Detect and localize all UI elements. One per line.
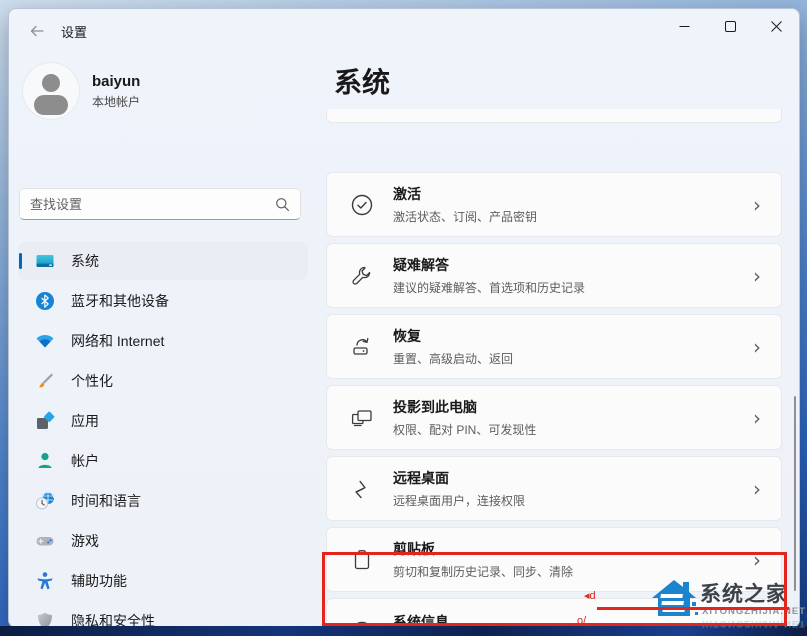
desktop-wallpaper-strip xyxy=(0,626,807,636)
sidebar-item-personalization[interactable]: 个性化 xyxy=(19,363,307,399)
chevron-right-icon: › xyxy=(753,476,761,501)
chevron-right-icon: › xyxy=(753,547,761,572)
bluetooth-icon xyxy=(35,291,55,311)
sidebar-item-system[interactable]: 系统 xyxy=(19,243,307,279)
card-subtitle: 远程桌面用户，连接权限 xyxy=(393,494,526,508)
sidebar-item-network[interactable]: 网络和 Internet xyxy=(19,323,307,359)
card-subtitle: 重置、高级启动、返回 xyxy=(393,352,514,366)
sidebar-item-accounts[interactable]: 帐户 xyxy=(19,443,307,479)
sidebar-item-time-language[interactable]: 时间和语言 xyxy=(19,483,307,519)
avatar xyxy=(23,63,79,119)
accounts-icon xyxy=(35,451,55,471)
card-subtitle: 权限、配对 PIN、可发现性 xyxy=(393,423,537,437)
sidebar-item-label: 时间和语言 xyxy=(71,493,141,509)
sidebar-item-privacy-security[interactable]: 隐私和安全性 xyxy=(19,603,307,627)
chevron-right-icon: › xyxy=(753,192,761,217)
partial-card-scrolled xyxy=(326,109,782,123)
accessibility-icon xyxy=(35,571,55,591)
page-title: 系统 xyxy=(334,67,391,98)
sidebar-item-label: 蓝牙和其他设备 xyxy=(71,293,169,309)
card-troubleshoot[interactable]: 疑难解答 建议的疑难解答、首选项和历史记录 › xyxy=(326,243,782,308)
card-title: 投影到此电脑 xyxy=(393,399,477,415)
main-content: 系统 激活 激活状态、订阅、产品密钥 › 疑难解答 建议的疑难解答、首选项和历史… xyxy=(319,53,799,627)
activation-icon xyxy=(349,192,375,218)
settings-window: 设置 baiyun 本地帐户 查找设置 系统 蓝牙和其他设备 网络和 Inter… xyxy=(8,8,800,628)
user-account-type: 本地帐户 xyxy=(92,94,141,109)
chevron-right-icon: › xyxy=(753,263,761,288)
sidebar-item-label: 应用 xyxy=(71,413,99,429)
maximize-button[interactable] xyxy=(707,9,753,43)
card-title: 剪贴板 xyxy=(393,541,435,557)
sidebar-item-apps[interactable]: 应用 xyxy=(19,403,307,439)
chevron-right-icon: › xyxy=(753,405,761,430)
user-profile[interactable]: baiyun 本地帐户 xyxy=(23,63,140,119)
sidebar-item-bluetooth-devices[interactable]: 蓝牙和其他设备 xyxy=(19,283,307,319)
recovery-icon xyxy=(349,334,375,360)
card-title: 远程桌面 xyxy=(393,470,449,486)
clipboard-icon xyxy=(349,547,375,573)
card-clipboard[interactable]: 剪贴板 剪切和复制历史记录、同步、清除 › xyxy=(326,527,782,592)
search-input[interactable] xyxy=(30,196,275,212)
search-box[interactable] xyxy=(19,188,301,220)
network-icon xyxy=(35,331,55,351)
sidebar: baiyun 本地帐户 系统 xyxy=(9,53,319,627)
sidebar-item-label: 网络和 Internet xyxy=(71,333,165,349)
troubleshoot-icon xyxy=(349,263,375,289)
app-title: 设置 xyxy=(61,25,88,40)
card-activation[interactable]: 激活 激活状态、订阅、产品密钥 › xyxy=(326,172,782,237)
search-icon xyxy=(276,197,289,211)
sidebar-item-gaming[interactable]: 游戏 xyxy=(19,523,307,559)
card-recovery[interactable]: 恢复 重置、高级启动、返回 › xyxy=(326,314,782,379)
card-remote-desktop[interactable]: 远程桌面 远程桌面用户，连接权限 › xyxy=(326,456,782,521)
sidebar-item-label: 个性化 xyxy=(71,373,113,389)
sidebar-item-label: 游戏 xyxy=(71,533,99,549)
card-subtitle: 激活状态、订阅、产品密钥 xyxy=(393,210,538,224)
minimize-button[interactable] xyxy=(661,9,707,43)
chevron-right-icon: › xyxy=(753,334,761,359)
back-arrow-icon xyxy=(30,25,44,37)
projection-icon xyxy=(349,405,375,431)
display-icon xyxy=(35,251,55,271)
card-title: 疑难解答 xyxy=(393,257,449,273)
time-language-icon xyxy=(35,491,55,511)
minimize-icon xyxy=(679,25,689,27)
sidebar-nav: 系统 蓝牙和其他设备 网络和 Internet 个性化 应用 帐户 时间和语言 … xyxy=(19,243,307,627)
card-about[interactable]: 系统信息 设备规格，重命名电脑、WindrVindnd d xyxy=(326,598,782,627)
card-title: 激活 xyxy=(393,186,421,202)
titlebar: 设置 xyxy=(9,9,799,53)
maximize-icon xyxy=(724,20,736,32)
card-subtitle: 剪切和复制历史记录、同步、清除 xyxy=(393,565,574,579)
sidebar-item-label: 辅助功能 xyxy=(71,573,127,589)
sidebar-item-label: 帐户 xyxy=(71,453,99,469)
sidebar-item-label: 系统 xyxy=(71,253,99,269)
scrollbar-thumb[interactable] xyxy=(794,396,796,591)
personalization-icon xyxy=(35,371,55,391)
close-button[interactable] xyxy=(753,9,799,43)
close-icon xyxy=(770,20,782,32)
apps-icon xyxy=(35,411,55,431)
remote-desktop-icon xyxy=(349,476,375,502)
gaming-icon xyxy=(35,531,55,551)
user-name: baiyun xyxy=(92,72,141,90)
card-title: 恢复 xyxy=(393,328,421,344)
card-subtitle: 建议的疑难解答、首选项和历史记录 xyxy=(393,281,586,295)
sidebar-item-accessibility[interactable]: 辅助功能 xyxy=(19,563,307,599)
card-projection[interactable]: 投影到此电脑 权限、配对 PIN、可发现性 › xyxy=(326,385,782,450)
back-button[interactable] xyxy=(21,17,53,45)
caption-controls xyxy=(661,9,799,43)
